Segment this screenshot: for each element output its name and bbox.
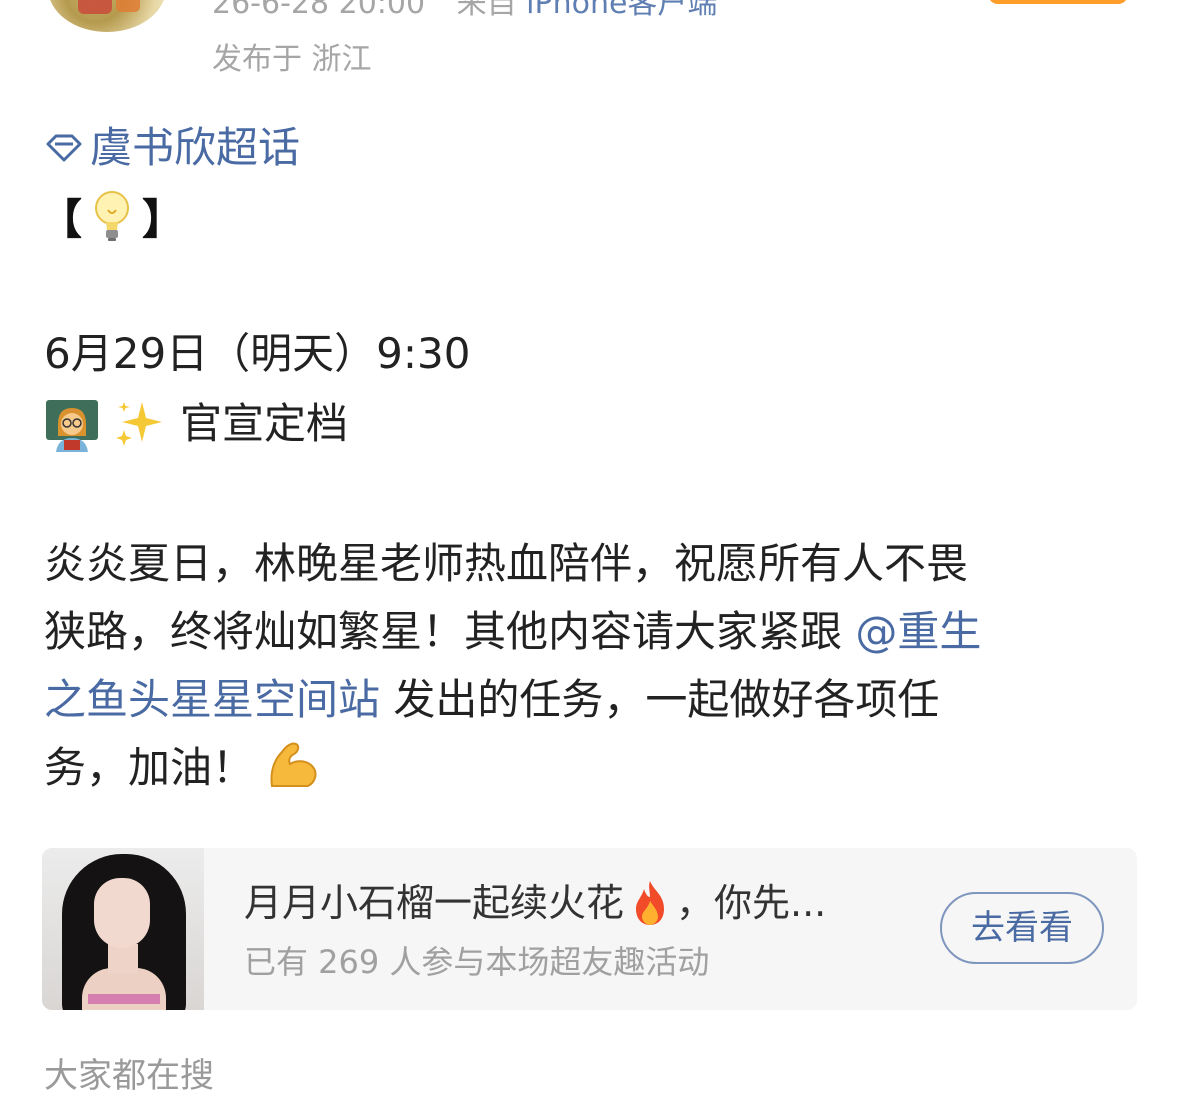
bracket-close: 】 [142, 194, 185, 244]
activity-title-text: 月月小石榴一起续火花 [244, 881, 625, 925]
para-line-3-text: 发出的任务，一起做好各项任 [380, 675, 940, 724]
post-paragraph: 炎炎夏日，林晚星老师热血陪伴，祝愿所有人不畏 狭路，终将灿如繁星！其他内容请大家… [44, 530, 1144, 802]
follow-button[interactable] [988, 0, 1128, 4]
super-topic-label: 虞书欣超话 [90, 123, 301, 172]
announce-line: 官宣定档 [44, 394, 348, 454]
bulb-line: 【 】 [40, 186, 184, 246]
super-topic-link[interactable]: 虞书欣超话 [44, 120, 300, 176]
post-time: 26-6-28 20:00 [212, 0, 426, 21]
mention-link-continued[interactable]: 之鱼头星星空间站 [44, 675, 380, 724]
mention-link[interactable]: @重生 [855, 607, 981, 656]
go-see-button[interactable]: 去看看 [940, 892, 1104, 964]
activity-thumbnail [42, 848, 204, 1010]
post-location: 发布于 浙江 [212, 42, 372, 77]
activity-title: 月月小石榴一起续火花 ，你先... [244, 876, 826, 930]
para-line-1: 炎炎夏日，林晚星老师热血陪伴，祝愿所有人不畏 [44, 539, 969, 588]
para-line-2: 狭路，终将灿如繁星！其他内容请大家紧跟 @重生 [44, 598, 1144, 666]
flexed-biceps-icon [270, 742, 317, 787]
sparkles-icon [116, 402, 162, 446]
activity-title-tail: ，你先... [676, 881, 827, 925]
bracket-open: 【 [40, 194, 83, 244]
lightbulb-icon [95, 191, 130, 241]
teacher-icon [46, 400, 98, 452]
announce-text: 官宣定档 [180, 399, 349, 448]
post-meta: 26-6-28 20:00 来自 iPhone客户端 [212, 0, 717, 22]
para-line-2-text: 狭路，终将灿如繁星！其他内容请大家紧跟 [44, 607, 856, 656]
post-source[interactable]: iPhone客户端 [526, 0, 717, 21]
para-line-3: 之鱼头星星空间站 发出的任务，一起做好各项任 [44, 666, 1144, 734]
fire-icon [636, 881, 665, 925]
schedule-date: 6月29日（明天）9:30 [44, 329, 471, 378]
trending-search-label: 大家都在搜 [44, 1056, 214, 1096]
para-line-4-text: 务，加油！ [44, 743, 255, 792]
source-prefix: 来自 [456, 0, 517, 21]
diamond-icon [46, 134, 82, 162]
activity-card[interactable]: 月月小石榴一起续火花 ，你先... 已有 269 人参与本场超友趣活动 去看看 [42, 848, 1137, 1010]
activity-participants: 已有 269 人参与本场超友趣活动 [244, 943, 710, 981]
avatar[interactable] [48, 0, 166, 32]
para-line-4: 务，加油！ [44, 734, 1144, 802]
